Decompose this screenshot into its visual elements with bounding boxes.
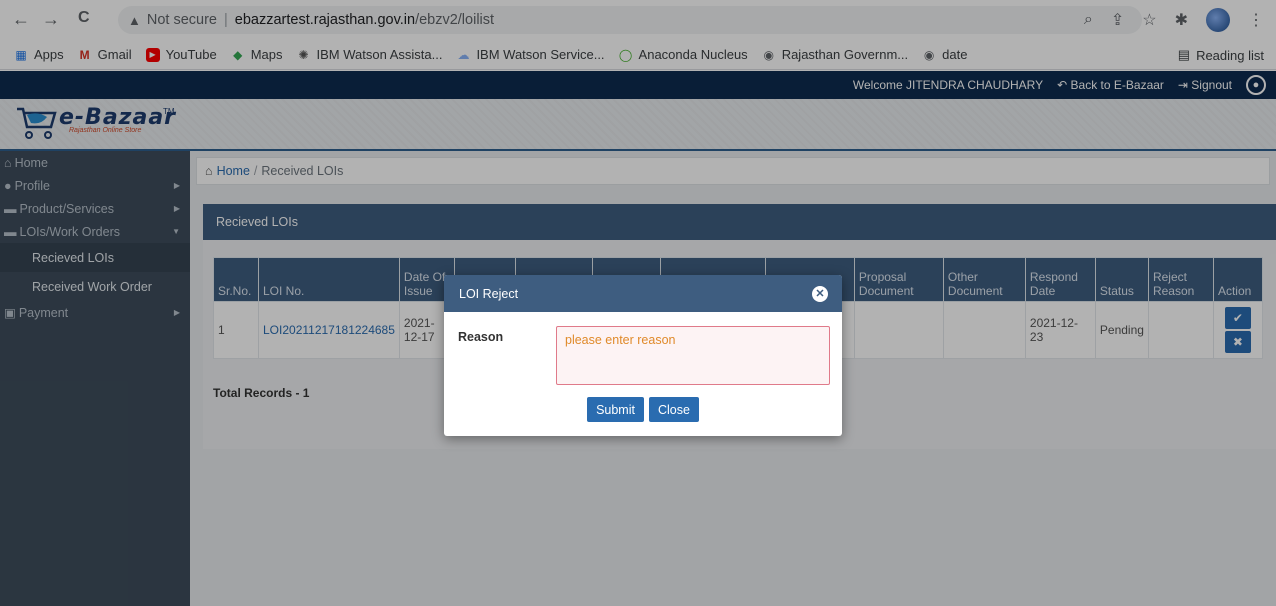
dialog-actions: Submit Close: [444, 397, 842, 422]
dialog-close-icon[interactable]: ✕: [812, 285, 828, 302]
dialog-title: LOI Reject: [459, 286, 519, 301]
close-button[interactable]: Close: [648, 397, 699, 422]
dialog-header: LOI Reject ✕: [444, 275, 842, 312]
loi-reject-dialog: LOI Reject ✕ Reason Submit Close: [444, 275, 842, 436]
submit-button[interactable]: Submit: [587, 397, 644, 422]
reason-textarea[interactable]: [556, 326, 830, 385]
reason-label: Reason: [458, 330, 504, 344]
